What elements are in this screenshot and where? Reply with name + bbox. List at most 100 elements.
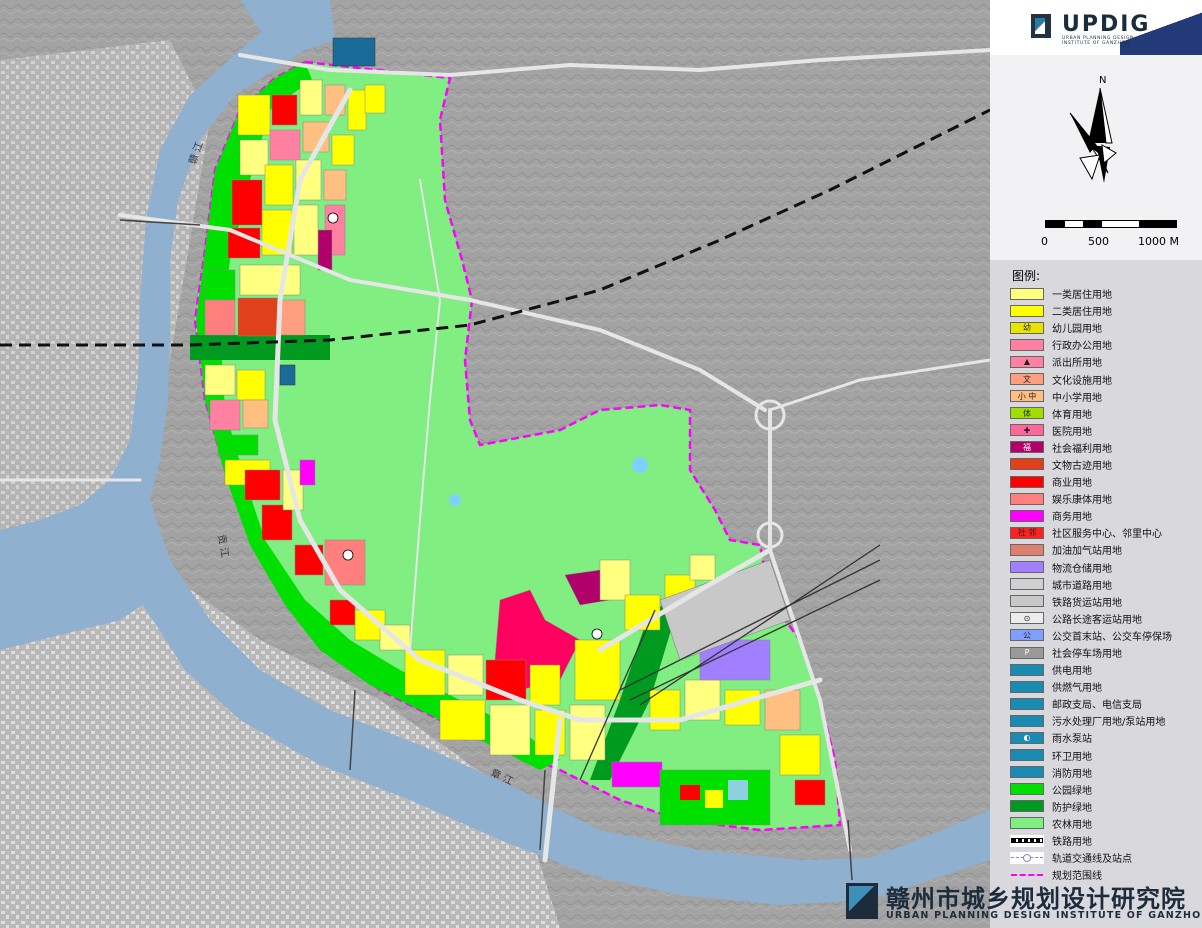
legend-label: 派出所用地	[1052, 358, 1102, 370]
legend-label: 公园绿地	[1052, 785, 1092, 797]
legend-swatch	[1010, 749, 1044, 762]
legend-swatch	[1010, 834, 1044, 847]
protective-green-strip	[190, 335, 330, 360]
legend-label: 体育用地	[1052, 409, 1092, 421]
legend-label: 医院用地	[1052, 426, 1092, 438]
legend-swatch	[1010, 663, 1044, 676]
legend-item: 环卫用地	[1010, 747, 1200, 764]
legend-label: 物流仓储用地	[1052, 563, 1112, 575]
legend-label: 幼儿园用地	[1052, 324, 1102, 336]
legend-label: 城市道路用地	[1052, 580, 1112, 592]
footer-name-cn: 赣州市城乡规划设计研究院	[886, 884, 1186, 913]
legend-item: 娱乐康体用地	[1010, 490, 1200, 507]
legend-label: 娱乐康体用地	[1052, 495, 1112, 507]
legend-label: 社会福利用地	[1052, 443, 1112, 455]
legend-item: 体体育用地	[1010, 405, 1200, 422]
legend-swatch: 福	[1010, 441, 1044, 454]
legend-label: 铁路货运站用地	[1052, 597, 1122, 609]
legend-item: 社 邻社区服务中心、邻里中心	[1010, 524, 1200, 541]
legend-item: 城市道路用地	[1010, 576, 1200, 593]
legend-label: 农林用地	[1052, 819, 1092, 831]
legend-item: 污水处理厂用地/泵站用地	[1010, 712, 1200, 729]
pond-east	[632, 457, 648, 473]
legend-item: 商务用地	[1010, 507, 1200, 524]
legend-label: 公交首末站、公交车停保场	[1052, 631, 1172, 643]
legend-swatch: 文	[1010, 373, 1044, 386]
legend-swatch	[1010, 578, 1044, 591]
legend-swatch	[1010, 697, 1044, 710]
legend-swatch: P	[1010, 646, 1044, 659]
scale-bar	[1045, 220, 1177, 228]
legend-item: ⊙ 公路长途客运站用地	[1010, 610, 1200, 627]
legend-item: 供燃气用地	[1010, 678, 1200, 695]
legend-label: 文物古迹用地	[1052, 460, 1112, 472]
hospital-marker-icon	[591, 628, 603, 640]
legend-label: 一类居住用地	[1052, 290, 1112, 302]
logo-text: UPDIG	[1062, 12, 1151, 37]
legend-label: 雨水泵站	[1052, 734, 1092, 746]
legend-label: 商务用地	[1052, 512, 1092, 524]
legend-swatch	[1010, 714, 1044, 727]
legend-label: 消防用地	[1052, 768, 1092, 780]
legend-label: 二类居住用地	[1052, 307, 1112, 319]
legend-swatch	[1010, 543, 1044, 556]
legend-item: 二类居住用地	[1010, 302, 1200, 319]
legend-item: 公公交首末站、公交车停保场	[1010, 627, 1200, 644]
legend-list: 一类居住用地 二类居住用地幼幼儿园用地 行政办公用地 ▲ 派出所用地文文化设施用地小 中…	[1010, 285, 1200, 883]
legend-label: 行政办公用地	[1052, 341, 1112, 353]
legend-swatch	[1010, 851, 1044, 864]
legend-swatch	[1010, 287, 1044, 300]
legend-label: 供电用地	[1052, 666, 1092, 678]
legend-item: ◐ 雨水泵站	[1010, 729, 1200, 746]
legend-swatch	[1010, 680, 1044, 693]
legend-swatch: 幼	[1010, 321, 1044, 334]
legend-item: 文物古迹用地	[1010, 456, 1200, 473]
scale-label-start: 0	[1041, 235, 1048, 248]
legend-swatch	[1010, 458, 1044, 471]
legend-item: 加油加气站用地	[1010, 541, 1200, 558]
legend-swatch: ⊙	[1010, 612, 1044, 625]
legend-item: 商业用地	[1010, 473, 1200, 490]
legend-item: 物流仓储用地	[1010, 559, 1200, 576]
legend-item: 邮政支局、电信支局	[1010, 695, 1200, 712]
legend-item: 消防用地	[1010, 764, 1200, 781]
pond-center	[449, 494, 461, 506]
legend-label: 社会停车场用地	[1052, 649, 1122, 661]
legend-swatch	[1010, 783, 1044, 796]
side-panel: UPDIG URBAN PLANNING DESIGN INSTITUTE OF…	[990, 0, 1202, 928]
legend-item: P 社会停车场用地	[1010, 644, 1200, 661]
footer-name-en: URBAN PLANNING DESIGN INSTITUTE OF GANZH…	[886, 910, 1202, 921]
legend-label: 文化设施用地	[1052, 375, 1112, 387]
header-logo: UPDIG URBAN PLANNING DESIGN INSTITUTE OF…	[990, 0, 1202, 55]
legend-item: ▲ 派出所用地	[1010, 353, 1200, 370]
land-use-map[interactable]: 赣 江 章 江 贡 江	[0, 0, 990, 928]
legend-title: 图例:	[1012, 269, 1041, 283]
north-arrow-icon	[1069, 87, 1117, 183]
legend-label: 加油加气站用地	[1052, 546, 1122, 558]
map-area[interactable]: 赣 江 章 江 贡 江	[0, 0, 990, 928]
legend-swatch	[1010, 304, 1044, 317]
legend-swatch: ◐	[1010, 731, 1044, 744]
legend-swatch: ✚	[1010, 424, 1044, 437]
logo-subtitle: URBAN PLANNING DESIGN INSTITUTE OF GANZH…	[1062, 36, 1135, 46]
legend-item: 供电用地	[1010, 661, 1200, 678]
legend-label: 中小学用地	[1052, 392, 1102, 404]
legend-label: 防护绿地	[1052, 802, 1092, 814]
legend-item: 行政办公用地	[1010, 336, 1200, 353]
legend-swatch	[1010, 561, 1044, 574]
legend-item: ✚ 医院用地	[1010, 422, 1200, 439]
scale-label-mid: 500	[1088, 235, 1109, 248]
legend-item: 小 中中小学用地	[1010, 388, 1200, 405]
legend-item: 铁路用地	[1010, 832, 1200, 849]
legend-swatch	[1010, 492, 1044, 505]
legend-item: 文文化设施用地	[1010, 370, 1200, 387]
hospital-marker-icon	[342, 549, 354, 561]
legend-swatch	[1010, 338, 1044, 351]
legend-swatch: 社 邻	[1010, 526, 1044, 539]
institute-logo-icon	[1031, 14, 1051, 38]
legend-item: 福社会福利用地	[1010, 439, 1200, 456]
legend-swatch	[1010, 509, 1044, 522]
legend-item: 铁路货运站用地	[1010, 593, 1200, 610]
legend-item: 防护绿地	[1010, 798, 1200, 815]
legend-swatch: 体	[1010, 407, 1044, 420]
